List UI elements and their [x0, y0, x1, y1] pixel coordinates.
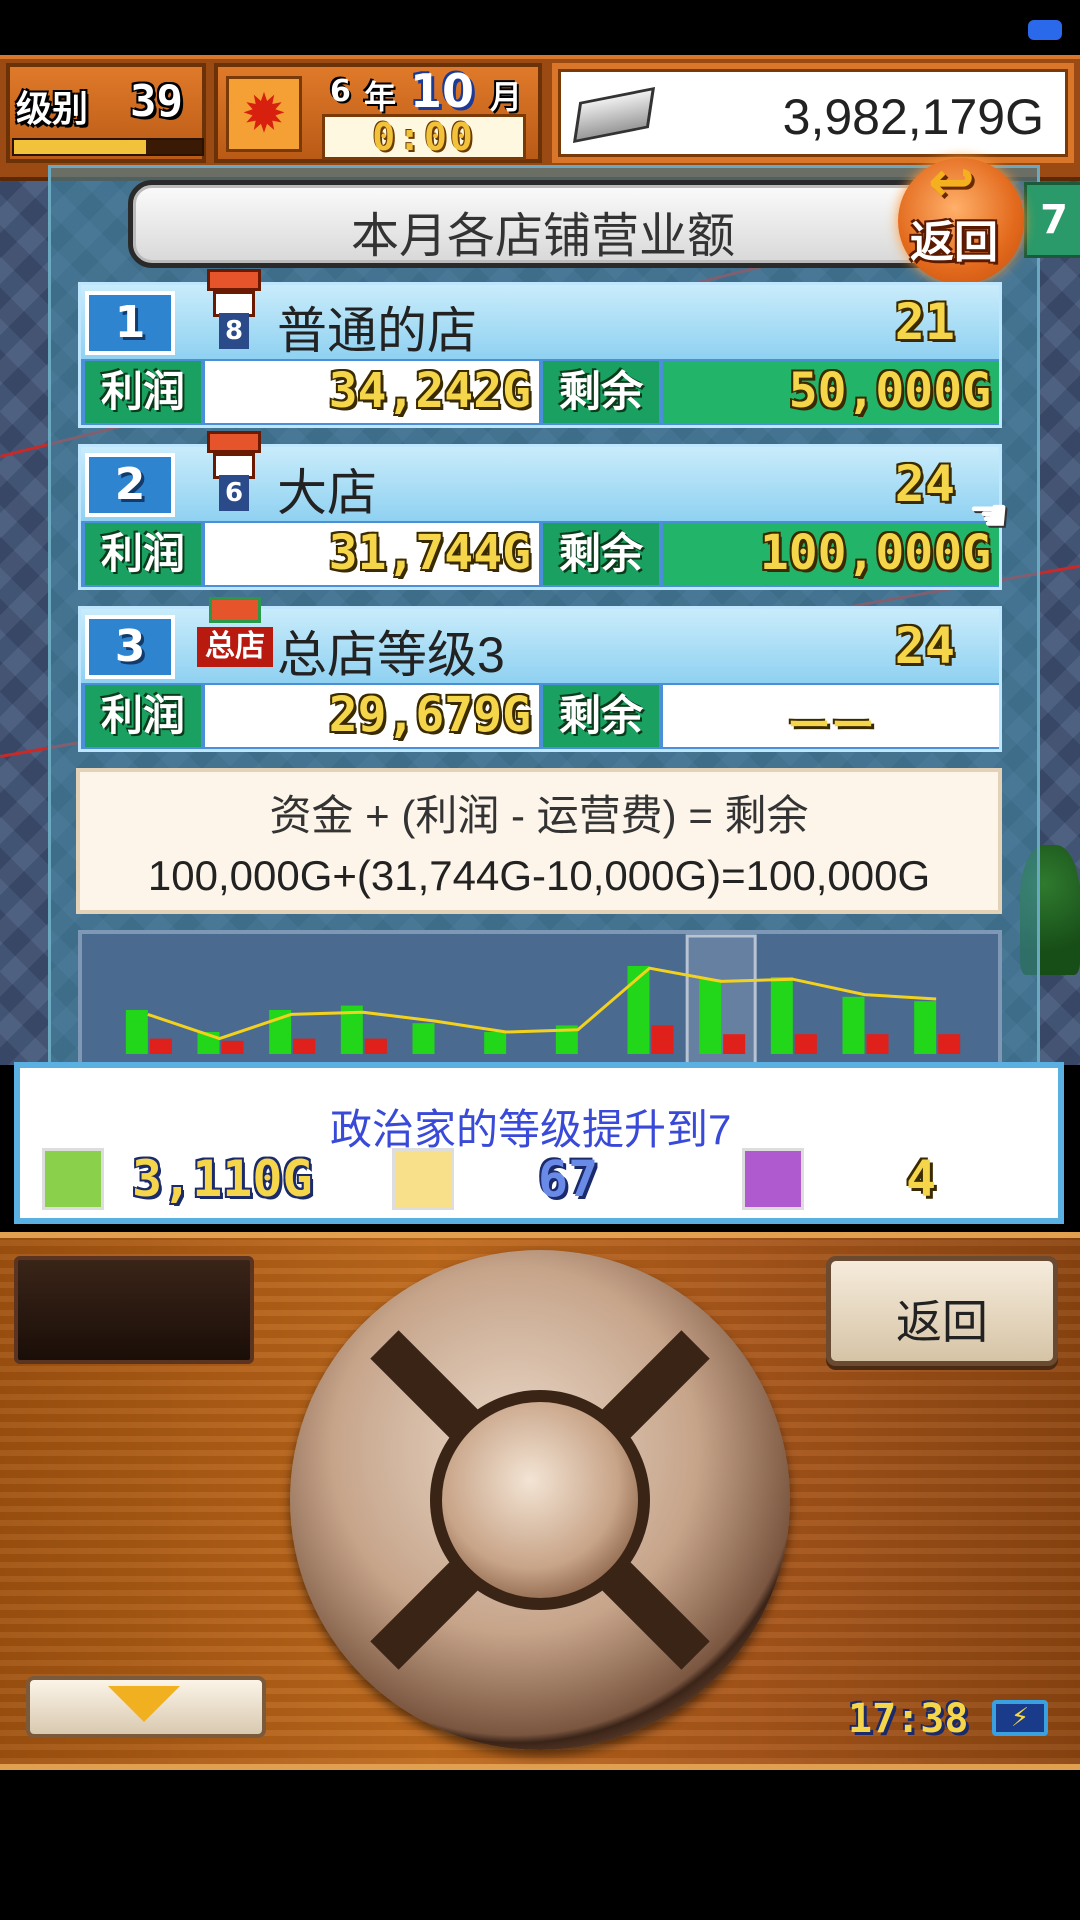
profit-cell: 34,242G — [205, 361, 539, 423]
profit-value: 31,744G — [328, 525, 531, 581]
staff-count: 21 — [894, 293, 955, 351]
shop-row-body: 利润 29,679G 剩余 ーー — [81, 683, 999, 751]
remain-cell: 50,000G — [663, 361, 999, 423]
money-bag-icon — [42, 1148, 104, 1210]
chart-bar-green — [699, 979, 722, 1054]
shop-roof — [207, 269, 261, 291]
chart-bar-green — [770, 977, 793, 1054]
back-button-label: 返回 — [910, 217, 998, 268]
year-unit: 年 — [364, 78, 397, 116]
remain-label: 剩余 — [543, 685, 659, 747]
shop-level: 8 — [219, 313, 249, 349]
remain-value: 100,000G — [759, 525, 991, 581]
remain-value: 50,000G — [788, 363, 991, 419]
chart-bar-red — [651, 1025, 674, 1054]
staff-count: 24 — [894, 455, 955, 513]
battery-icon: ⚡ — [992, 1700, 1048, 1736]
spoon-icon — [392, 1148, 454, 1210]
chart-bar-red — [723, 1034, 746, 1054]
shop-row[interactable]: 3 总店 总店等级3 24 利润 29,679G 剩余 ーー — [78, 597, 1002, 752]
profit-cell: 31,744G — [205, 523, 539, 585]
pointing-hand-icon: ☚ — [968, 488, 1010, 542]
game-time: 0:00 — [322, 114, 526, 160]
level-progress-fill — [14, 140, 146, 154]
level-progress-bar — [12, 138, 204, 156]
notification-indicator — [1028, 20, 1062, 40]
chart-bar-red — [938, 1034, 961, 1054]
profit-value: 34,242G — [328, 363, 531, 419]
level-value: 39 — [130, 76, 183, 127]
formula-text: 资金 + (利润 - 运营费) = 剩余 — [269, 792, 809, 839]
headquarters-roof — [209, 597, 261, 623]
shop-name: 大店 — [277, 465, 377, 521]
chart-bar-green — [842, 996, 865, 1054]
shop-icon: 6 — [207, 431, 261, 511]
side-badge: 7 — [1024, 182, 1080, 258]
dpad-center-button[interactable] — [430, 1390, 650, 1610]
chart-bar-red — [221, 1040, 244, 1054]
remain-label: 剩余 — [543, 361, 659, 423]
chart-bar-red — [364, 1038, 387, 1054]
monster-icon — [742, 1148, 804, 1210]
chart-bar-red — [866, 1034, 889, 1054]
level-label: 级别 — [16, 89, 89, 130]
formula-calculation: 100,000G+(31,744G-10,000G)=100,000G — [147, 852, 931, 899]
shop-row-body: 利润 31,744G 剩余 100,000G — [81, 521, 999, 587]
shop-name: 普通的店 — [277, 303, 477, 359]
chart-bar-red — [794, 1034, 817, 1054]
rank-badge: 1 — [85, 291, 175, 355]
profit-label: 利润 — [85, 685, 201, 747]
chart-trend-line — [147, 966, 937, 1041]
rank-badge: 3 — [85, 615, 175, 679]
chart-bar-green — [125, 1010, 148, 1054]
chart-bar-green — [914, 1001, 937, 1054]
shop-name: 总店等级3 — [277, 627, 505, 683]
shop-row[interactable]: 1 8 普通的店 21 利润 34,242G 剩余 50,000G — [78, 269, 1002, 428]
profit-label: 利润 — [85, 523, 201, 585]
month-unit: 月 — [490, 78, 523, 116]
stat-monster-value: 4 — [906, 1150, 937, 1208]
profit-label: 利润 — [85, 361, 201, 423]
down-arrow-icon — [108, 1686, 180, 1722]
chart-bar-green — [484, 1032, 507, 1054]
remain-cell: 100,000G — [663, 523, 999, 585]
money-value: 3,982,179G — [782, 89, 1044, 145]
remain-cell: ーー — [663, 685, 999, 751]
back-button-label: 返回 — [896, 1296, 988, 1348]
chart-bar-red — [293, 1038, 316, 1054]
shop-level: 6 — [219, 475, 249, 511]
year-number: 6 — [330, 74, 351, 109]
system-clock: 17:38 — [848, 1696, 969, 1742]
stat-spoon-value: 67 — [538, 1150, 599, 1208]
remain-label: 剩余 — [543, 523, 659, 585]
month-number: 10 — [410, 64, 475, 118]
headquarters-label: 总店 — [197, 627, 273, 667]
chart-bar-green — [412, 1023, 435, 1054]
profit-value: 29,679G — [328, 687, 531, 743]
shop-roof — [207, 431, 261, 453]
remain-value: ーー — [787, 700, 875, 751]
profit-cell: 29,679G — [205, 685, 539, 747]
rank-badge: 2 — [85, 453, 175, 517]
chart-bar-red — [149, 1038, 172, 1054]
mini-screen-slot — [14, 1256, 254, 1364]
stat-gold-value: 3,110G — [132, 1150, 313, 1208]
shop-row[interactable]: 2 6 大店 24 利润 31,744G 剩余 100,000G — [78, 431, 1002, 590]
headquarters-icon: 总店 — [197, 597, 273, 677]
staff-count: 24 — [894, 617, 955, 675]
autumn-leaf-icon: ✹ — [226, 76, 302, 152]
shop-row-body: 利润 34,242G 剩余 50,000G — [81, 359, 999, 425]
panel-title: 本月各店铺营业额 — [350, 210, 735, 263]
shop-icon: 8 — [207, 269, 261, 349]
